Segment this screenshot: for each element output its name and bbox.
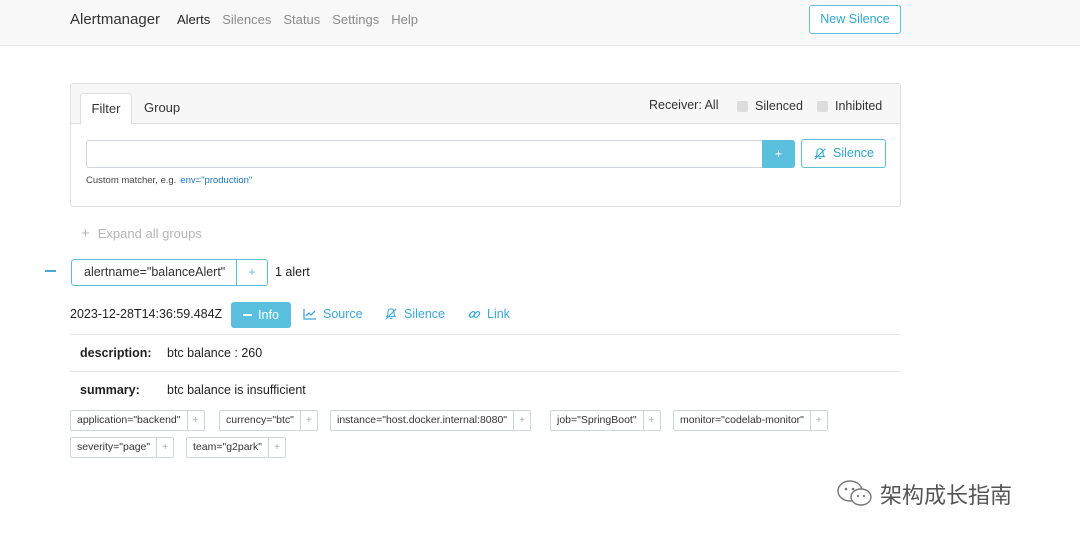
inhibited-label: Inhibited: [835, 99, 883, 113]
expand-all-label: Expand all groups: [97, 226, 202, 241]
silence-alert-link[interactable]: Silence: [384, 307, 445, 321]
label-chip: team="g2park" +: [186, 437, 287, 458]
annotation-value-summary: btc balance is insufficient: [167, 383, 306, 397]
label-text: monitor="codelab-monitor": [673, 410, 811, 431]
alert-link[interactable]: Link: [468, 307, 510, 321]
label-chip: job="SpringBoot" +: [550, 410, 661, 431]
label-add-button[interactable]: +: [300, 410, 318, 431]
hint-example: env="production": [180, 175, 253, 186]
collapse-group-icon[interactable]: [45, 270, 56, 272]
label-chip: currency="btc" +: [219, 410, 318, 431]
nav-alerts[interactable]: Alerts: [177, 12, 210, 27]
bell-slash-icon: [385, 308, 397, 320]
link-icon: [468, 310, 481, 318]
receiver-selector[interactable]: Receiver: All: [649, 98, 718, 112]
label-text: application="backend": [70, 410, 188, 431]
label-text: job="SpringBoot": [550, 410, 644, 431]
filter-card: Filter Group Receiver: All Silenced Inhi…: [70, 83, 901, 207]
label-chip: monitor="codelab-monitor" +: [673, 410, 828, 431]
label-text: instance="host.docker.internal:8080": [330, 410, 515, 431]
label-add-button[interactable]: +: [514, 410, 532, 431]
alert-count: 1 alert: [275, 265, 310, 279]
label-text: severity="page": [70, 437, 158, 458]
link-label: Link: [487, 307, 510, 321]
bell-slash-icon: [814, 147, 826, 160]
info-label: Info: [258, 308, 279, 322]
nav-settings[interactable]: Settings: [332, 12, 379, 27]
source-link[interactable]: Source: [303, 307, 363, 321]
tab-filter[interactable]: Filter: [80, 93, 132, 125]
annotation-key-summary: summary:: [80, 383, 140, 397]
silenced-checkbox[interactable]: Silenced: [737, 99, 803, 113]
tab-group[interactable]: Group: [144, 93, 180, 125]
nav-help[interactable]: Help: [391, 12, 418, 27]
add-filter-button[interactable]: +: [762, 140, 795, 168]
brand[interactable]: Alertmanager: [70, 11, 160, 28]
silence-alert-label: Silence: [404, 307, 445, 321]
watermark-text: 架构成长指南: [880, 483, 1013, 508]
checkbox-box[interactable]: [817, 100, 828, 112]
hint-text: Custom matcher, e.g.: [86, 175, 177, 186]
label-chip: instance="host.docker.internal:8080" +: [330, 410, 532, 431]
top-navbar: Alertmanager Alerts Silences Status Sett…: [0, 0, 1080, 46]
group-matcher-label: alertname="balanceAlert": [71, 259, 237, 286]
minus-icon: [243, 314, 253, 316]
nav-links: Alerts Silences Status Settings Help: [177, 12, 430, 27]
annotation-value-description: btc balance : 260: [167, 346, 263, 360]
inhibited-checkbox[interactable]: Inhibited: [817, 99, 882, 113]
nav-silences[interactable]: Silences: [222, 12, 271, 27]
nav-status[interactable]: Status: [283, 12, 320, 27]
plus-icon: +: [81, 225, 90, 242]
info-button[interactable]: Info: [231, 302, 291, 328]
alert-timestamp: 2023-12-28T14:36:59.484Z: [70, 307, 223, 321]
label-chip: severity="page" +: [70, 437, 175, 458]
checkbox-box[interactable]: [737, 100, 748, 112]
chart-line-icon: [303, 309, 316, 320]
divider: [70, 371, 901, 372]
wechat-icon: [837, 480, 872, 506]
label-add-button[interactable]: +: [643, 410, 661, 431]
source-label: Source: [323, 307, 363, 321]
silence-filter-button[interactable]: Silence: [801, 139, 886, 168]
label-text: currency="btc": [219, 410, 301, 431]
matcher-hint: Custom matcher, e.g. env="production": [86, 175, 252, 186]
group-add-filter-button[interactable]: +: [236, 259, 268, 286]
new-silence-button[interactable]: New Silence: [809, 5, 901, 34]
label-add-button[interactable]: +: [810, 410, 828, 431]
silenced-label: Silenced: [755, 99, 803, 113]
annotation-key-description: description:: [80, 346, 152, 360]
expand-all-groups[interactable]: + Expand all groups: [81, 225, 202, 242]
label-add-button[interactable]: +: [187, 410, 205, 431]
divider: [70, 334, 901, 335]
label-text: team="g2park": [186, 437, 270, 458]
label-add-button[interactable]: +: [269, 437, 287, 458]
watermark: 架构成长指南: [836, 478, 1012, 510]
label-chip: application="backend" +: [70, 410, 205, 431]
label-add-button[interactable]: +: [157, 437, 175, 458]
filter-card-header: Filter Group Receiver: All Silenced Inhi…: [71, 84, 900, 125]
silence-filter-label: Silence: [833, 146, 874, 160]
filter-input[interactable]: [86, 140, 763, 168]
